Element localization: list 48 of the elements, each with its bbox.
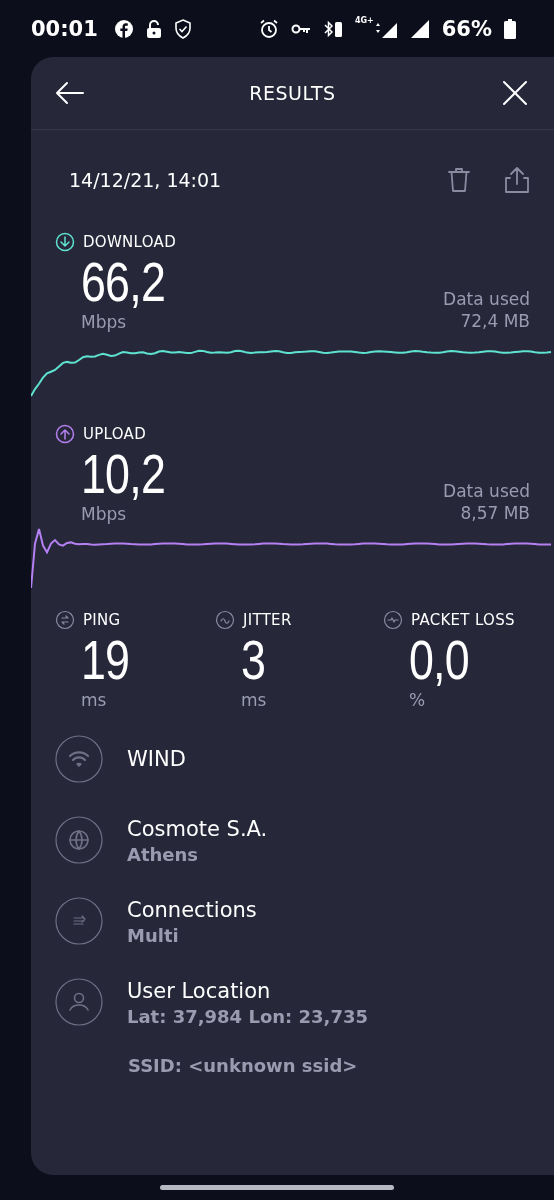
data-used-value: 8,57 MB xyxy=(460,502,530,524)
info-subtitle: Athens xyxy=(127,844,200,865)
info-subtitle: Multi xyxy=(127,925,180,946)
shield-check-icon xyxy=(173,18,192,39)
globe-icon xyxy=(55,815,103,864)
test-label: UPLOAD xyxy=(83,425,146,443)
info-title: Connections xyxy=(127,897,257,924)
metric-unit: % xyxy=(409,690,427,710)
signal-icon xyxy=(409,18,430,39)
close-button[interactable] xyxy=(500,78,530,108)
metric-label: PING xyxy=(83,611,121,629)
clock-time: 00:01 xyxy=(31,16,98,41)
info-title: WIND xyxy=(127,746,186,773)
metric-unit: ms xyxy=(241,690,268,710)
pulse-icon xyxy=(383,610,403,630)
result-date: 14/12/21, 14:01 xyxy=(69,169,223,191)
battery-icon xyxy=(504,18,516,39)
wifi-icon xyxy=(55,735,103,783)
share-button[interactable] xyxy=(502,165,532,195)
info-title: User Location xyxy=(127,978,272,1005)
metric-label: PACKET LOSS xyxy=(411,611,515,629)
key-icon xyxy=(290,22,311,35)
data-used-value: 72,4 MB xyxy=(460,310,530,332)
network-type-label: 4G+ xyxy=(354,16,374,25)
ssid-text: SSID: <unknown ssid> xyxy=(128,1055,359,1076)
speed-unit: Mbps xyxy=(81,312,128,332)
battery-percent: 66% xyxy=(441,16,492,41)
test-label: DOWNLOAD xyxy=(83,233,176,251)
facebook-icon xyxy=(113,18,134,39)
speed-unit: Mbps xyxy=(81,504,128,524)
speed-value: 66,2 xyxy=(81,252,165,312)
info-subtitle: Lat: 37,984 Lon: 23,735 xyxy=(127,1006,368,1027)
info-title: Cosmote S.A. xyxy=(127,816,268,843)
lock-icon xyxy=(145,18,162,39)
user-icon xyxy=(55,977,103,1026)
metric-value: 19 xyxy=(81,630,131,690)
bluetooth-battery-icon xyxy=(322,18,343,39)
ping-icon xyxy=(55,610,75,630)
data-used-label: Data used xyxy=(443,480,530,502)
metric-value: 0,0 xyxy=(409,630,470,690)
screen-title: RESULTS xyxy=(249,82,336,104)
metric-unit: ms xyxy=(81,690,108,710)
alarm-clock-icon xyxy=(258,18,279,39)
data-used-label: Data used xyxy=(443,288,530,310)
metric-label: JITTER xyxy=(243,611,292,629)
speed-value: 10,2 xyxy=(81,444,165,504)
metric-value: 3 xyxy=(241,630,267,690)
wave-icon xyxy=(215,610,235,630)
